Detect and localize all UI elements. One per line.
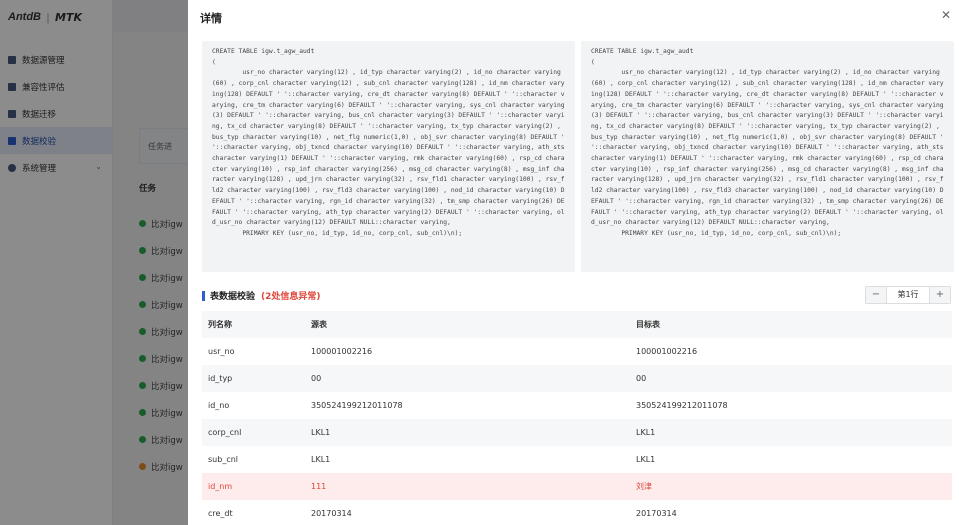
compare-table: 列名称 源表 目标表 usr_no 100001002216 100001002…: [202, 311, 952, 525]
source-ddl: CREATE TABLE igw.t_agw_audt ( usr_no cha…: [202, 41, 575, 272]
cell-column: id_no: [208, 401, 230, 410]
cell-column: corp_cnl: [208, 428, 242, 437]
cell-source: LKL1: [311, 428, 331, 437]
prev-row-button[interactable]: −: [866, 287, 886, 303]
cell-source: 100001002216: [311, 347, 373, 356]
table-row: id_no 350524199212011078 350524199212011…: [202, 392, 952, 419]
error-count: (2处信息异常): [261, 292, 321, 302]
cell-target: LKL1: [636, 428, 656, 437]
close-icon[interactable]: ✕: [939, 8, 953, 22]
cell-source: 20170314: [311, 509, 352, 518]
detail-drawer: 详情 ✕ CREATE TABLE igw.t_agw_audt ( usr_n…: [188, 0, 959, 525]
section-title: 表数据校验 (2处信息异常): [202, 289, 321, 302]
cell-column: id_nm: [208, 482, 233, 491]
cell-source: 111: [311, 482, 327, 491]
section-accent-bar: [202, 290, 205, 301]
cell-column: id_typ: [208, 374, 233, 383]
table-row-mismatch: id_nm 111 刘津: [202, 473, 952, 500]
cell-target: 刘津: [636, 482, 652, 491]
cell-column: sub_cnl: [208, 455, 239, 464]
cell-target: 350524199212011078: [636, 401, 728, 410]
header-column-name: 列名称: [208, 320, 232, 329]
cell-target: 20170314: [636, 509, 677, 518]
cell-target: LKL1: [636, 455, 656, 464]
table-header: 列名称 源表 目标表: [202, 311, 952, 338]
cell-column: cre_dt: [208, 509, 233, 518]
row-pager: − 第1行 +: [865, 286, 951, 304]
table-row: id_typ 00 00: [202, 365, 952, 392]
target-ddl: CREATE TABLE igw.t_agw_audt ( usr_no cha…: [581, 41, 954, 272]
table-row: corp_cnl LKL1 LKL1: [202, 419, 952, 446]
row-indicator: 第1行: [886, 287, 930, 303]
cell-source: 00: [311, 374, 322, 383]
header-target: 目标表: [636, 320, 660, 329]
cell-target: 100001002216: [636, 347, 698, 356]
drawer-title: 详情: [200, 12, 222, 25]
table-row: sub_cnl LKL1 LKL1: [202, 446, 952, 473]
next-row-button[interactable]: +: [930, 287, 950, 303]
cell-column: usr_no: [208, 347, 235, 356]
table-row: cre_dt 20170314 20170314: [202, 500, 952, 525]
cell-source: LKL1: [311, 455, 331, 464]
header-source: 源表: [311, 320, 327, 329]
table-row: usr_no 100001002216 100001002216: [202, 338, 952, 365]
section-title-label: 表数据校验: [210, 292, 256, 302]
cell-target: 00: [636, 374, 647, 383]
cell-source: 350524199212011078: [311, 401, 403, 410]
